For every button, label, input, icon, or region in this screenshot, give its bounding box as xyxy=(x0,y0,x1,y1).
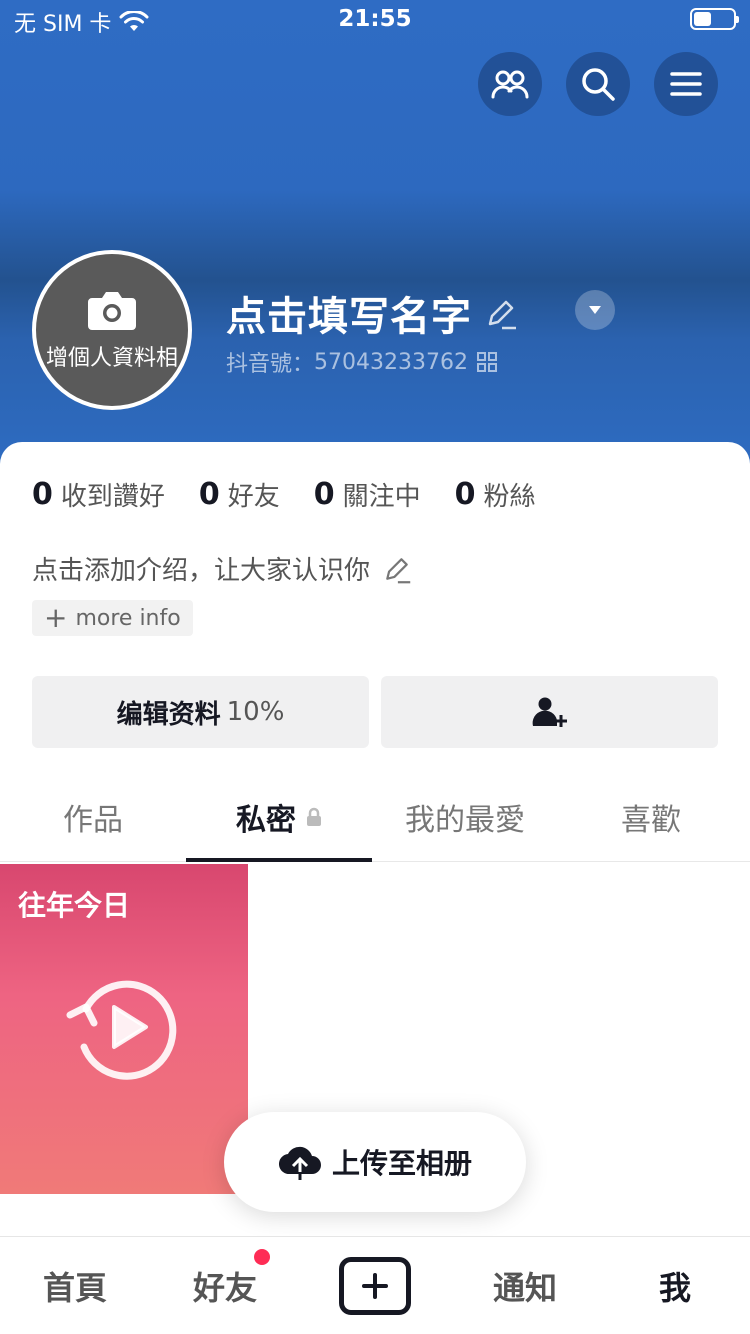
stat-followers[interactable]: 0 粉絲 xyxy=(455,476,536,513)
tab-works[interactable]: 作品 xyxy=(0,772,186,861)
menu-icon xyxy=(670,72,702,96)
nav-label: 好友 xyxy=(192,1268,257,1307)
search-icon xyxy=(582,68,615,101)
plus-icon: + xyxy=(44,601,68,634)
tab-label: 作品 xyxy=(63,802,123,838)
edit-profile-button[interactable]: 编辑资料 10% xyxy=(32,676,369,748)
people-button[interactable] xyxy=(478,52,542,116)
nav-home[interactable]: 首頁 xyxy=(0,1263,150,1309)
douyin-id-label: 抖音號： xyxy=(226,352,315,377)
memories-title: 往年今日 xyxy=(18,889,131,922)
search-button[interactable] xyxy=(566,52,630,116)
nav-friends[interactable]: 好友 xyxy=(150,1248,300,1309)
profile-name[interactable]: 点击填写名字 xyxy=(226,284,472,342)
nav-label: 首頁 xyxy=(42,1268,107,1307)
pencil-icon xyxy=(386,557,411,583)
people-icon xyxy=(491,70,529,99)
qr-code-icon xyxy=(476,352,497,372)
stat-value: 0 xyxy=(32,477,53,512)
caret-down-icon xyxy=(589,306,601,314)
douyin-id-value: 57043233762 xyxy=(314,349,468,375)
tab-label: 我的最愛 xyxy=(405,802,525,838)
upload-to-album-button[interactable]: 上传至相册 xyxy=(224,1112,526,1212)
stat-label: 粉絲 xyxy=(483,482,536,512)
status-bar: 无 SIM 卡 21:55 xyxy=(0,0,750,40)
replay-icon xyxy=(66,980,177,1080)
avatar-label: 增個人資料相 xyxy=(45,346,178,371)
stat-label: 好友 xyxy=(227,482,280,512)
add-friend-button[interactable] xyxy=(381,676,718,748)
stat-label: 關注中 xyxy=(342,482,421,512)
bio[interactable]: 点击添加介绍，让大家认识你 xyxy=(32,550,412,587)
nav-label: 通知 xyxy=(492,1268,557,1307)
camera-icon xyxy=(88,292,136,330)
create-button[interactable] xyxy=(339,1256,411,1315)
account-switch-button[interactable] xyxy=(575,290,615,330)
tab-likes[interactable]: 喜歡 xyxy=(558,772,744,861)
more-info-button[interactable]: + more info xyxy=(32,600,193,636)
upload-label: 上传至相册 xyxy=(331,1147,472,1180)
nav-inbox[interactable]: 通知 xyxy=(450,1263,600,1309)
battery-icon xyxy=(690,8,739,30)
bottom-nav: 首頁 好友 通知 我 xyxy=(0,1236,750,1334)
stats-row: 0 收到讚好 0 好友 0 關注中 0 粉絲 xyxy=(32,476,570,513)
memories-tile[interactable]: 往年今日 xyxy=(0,864,248,1194)
content-tabs: 作品 私密 我的最愛 喜歡 xyxy=(0,772,750,862)
nav-label: 我 xyxy=(658,1268,691,1307)
nav-create[interactable] xyxy=(300,1256,450,1315)
lock-icon xyxy=(307,807,321,826)
header-actions xyxy=(478,52,718,116)
stat-value: 0 xyxy=(313,477,335,512)
cloud-upload-icon xyxy=(278,1146,321,1180)
stat-following[interactable]: 0 關注中 xyxy=(314,476,421,513)
tab-private[interactable]: 私密 xyxy=(186,772,372,862)
pencil-icon xyxy=(488,300,516,330)
bio-text: 点击添加介绍，让大家认识你 xyxy=(32,556,371,586)
stat-likes[interactable]: 0 收到讚好 xyxy=(32,476,165,513)
stat-friends[interactable]: 0 好友 xyxy=(199,476,280,513)
tab-favorites[interactable]: 我的最愛 xyxy=(372,772,558,861)
tab-label: 私密 xyxy=(236,802,296,838)
edit-profile-progress: 10% xyxy=(226,697,285,727)
battery-fill xyxy=(694,12,711,26)
profile-name-row[interactable]: 点击填写名字 xyxy=(226,284,518,342)
plus-icon xyxy=(362,1272,388,1299)
douyin-id[interactable]: 抖音號： 57043233762 xyxy=(226,346,498,378)
add-user-icon xyxy=(532,697,567,727)
nav-me[interactable]: 我 xyxy=(600,1263,750,1309)
notification-dot xyxy=(254,1248,270,1265)
stat-value: 0 xyxy=(198,477,220,512)
tab-label: 喜歡 xyxy=(621,802,681,838)
stat-value: 0 xyxy=(454,477,476,512)
edit-profile-label: 编辑资料 xyxy=(116,699,221,730)
more-info-label: more info xyxy=(75,605,181,631)
status-time: 21:55 xyxy=(338,6,412,32)
stat-label: 收到讚好 xyxy=(60,482,165,512)
avatar[interactable]: 增個人資料相 xyxy=(32,250,192,410)
menu-button[interactable] xyxy=(654,52,718,116)
